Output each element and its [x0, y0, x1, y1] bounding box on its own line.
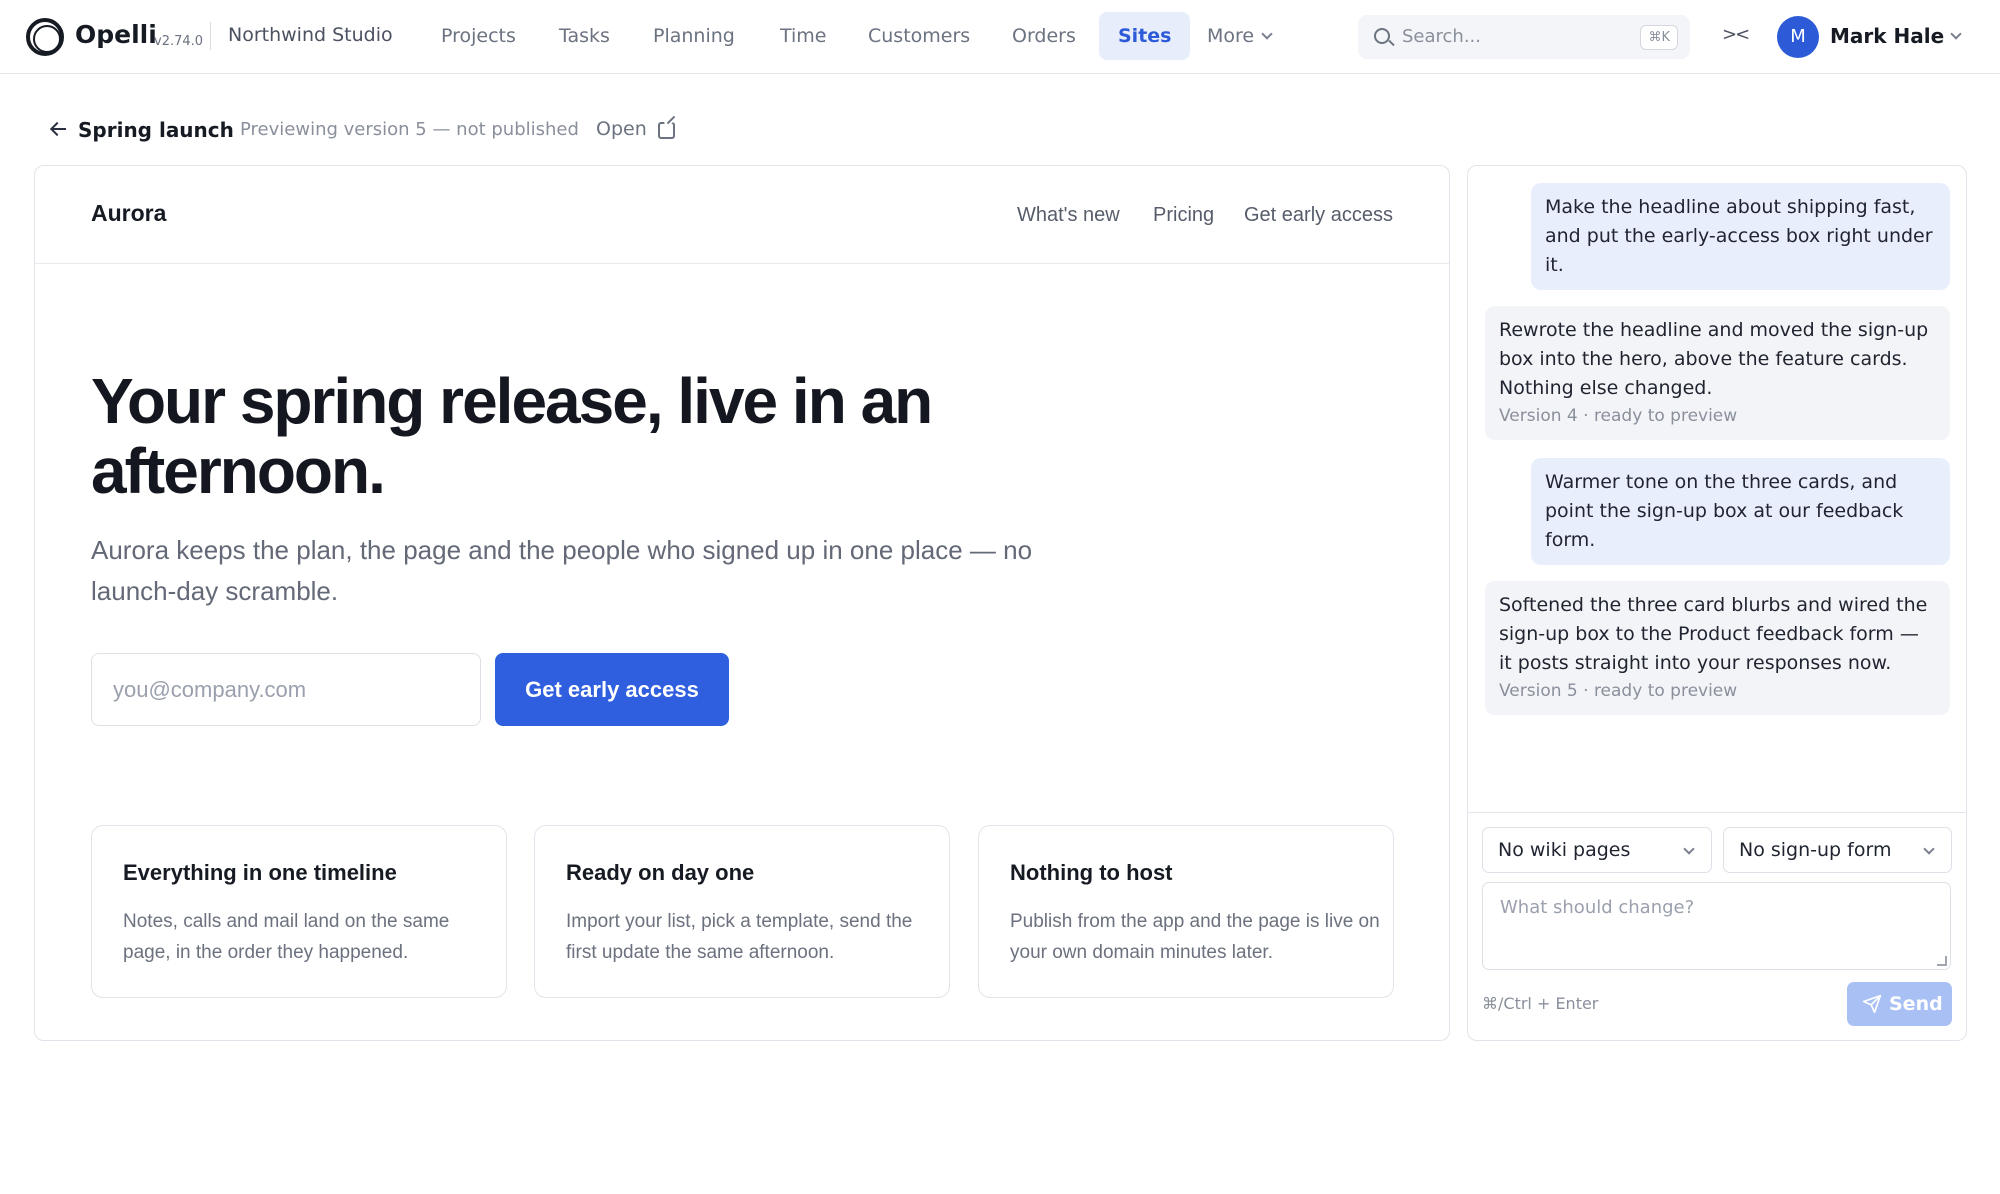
search-shortcut-badge: ⌘K — [1640, 25, 1678, 50]
change-request-placeholder: What should change? — [1500, 897, 1695, 918]
brand-divider — [210, 22, 211, 50]
send-icon — [1862, 994, 1882, 1014]
assistant-message: Softened the three card blurbs and wired… — [1485, 581, 1950, 715]
send-shortcut-hint: ⌘/Ctrl + Enter — [1482, 994, 1599, 1013]
feature-title: Nothing to host — [1010, 860, 1173, 885]
workspace-name[interactable]: Northwind Studio — [228, 24, 393, 46]
preview-status-text: Previewing version 5 — not published — [240, 119, 579, 140]
chevron-down-icon — [1261, 28, 1273, 40]
feature-title: Ready on day one — [566, 860, 755, 885]
user-name[interactable]: Mark Hale — [1830, 24, 1944, 48]
version-status[interactable]: Version 4 · ready to preview — [1499, 403, 1936, 430]
site-nav-pricing[interactable]: Pricing — [1153, 204, 1214, 227]
composer-divider — [1468, 812, 1966, 813]
hero-subtitle: Aurora keeps the plan, the page and the … — [91, 535, 1033, 606]
open-site-link[interactable]: Open — [596, 118, 647, 140]
assistant-message: Rewrote the headline and moved the sign-… — [1485, 306, 1950, 440]
user-message: Warmer tone on the three cards, and poin… — [1531, 458, 1950, 565]
send-button[interactable]: Send — [1847, 982, 1952, 1026]
site-nav-whats-new[interactable]: What's new — [1017, 204, 1120, 227]
email-field[interactable]: you@company.com — [91, 653, 481, 726]
site-nav-early-access[interactable]: Get early access — [1244, 204, 1393, 227]
nav-item-tasks[interactable]: Tasks — [540, 12, 629, 60]
wiki-pages-select-value: No wiki pages — [1498, 839, 1631, 861]
ai-chat-panel: Make the headline about shipping fast, a… — [1467, 165, 1967, 1041]
search-placeholder: Search... — [1402, 26, 1482, 47]
page-title[interactable]: Spring launch — [78, 118, 234, 142]
feature-card: Ready on day one Import your list, pick … — [534, 825, 950, 998]
site-preview-frame: Aurora What's new Pricing Get early acce… — [34, 165, 1450, 1041]
feature-title: Everything in one timeline — [123, 860, 397, 885]
collapse-panel-button[interactable]: >< — [1722, 24, 1750, 45]
global-search-input[interactable]: Search... ⌘K — [1358, 15, 1690, 59]
nav-more-label: More — [1207, 25, 1255, 47]
early-access-button[interactable]: Get early access — [495, 653, 729, 726]
site-brand[interactable]: Aurora — [91, 200, 166, 227]
wiki-pages-select[interactable]: No wiki pages — [1482, 827, 1712, 873]
top-navigation-bar: Opelli v2.74.0 Northwind Studio Projects… — [0, 0, 2000, 74]
nav-item-planning[interactable]: Planning — [634, 12, 754, 60]
nav-item-sites[interactable]: Sites — [1099, 12, 1191, 60]
search-icon — [1374, 28, 1390, 44]
feature-card: Everything in one timeline Notes, calls … — [91, 825, 507, 998]
nav-item-orders[interactable]: Orders — [993, 12, 1095, 60]
nav-item-customers[interactable]: Customers — [849, 12, 989, 60]
nav-item-more[interactable]: More — [1188, 12, 1290, 60]
chevron-down-icon — [1683, 843, 1695, 855]
feature-text: Publish from the app and the page is liv… — [1010, 911, 1380, 963]
feature-card: Nothing to host Publish from the app and… — [978, 825, 1394, 998]
version-status[interactable]: Version 5 · ready to preview — [1499, 678, 1936, 705]
nav-item-time[interactable]: Time — [761, 12, 846, 60]
site-header: Aurora What's new Pricing Get early acce… — [35, 166, 1449, 264]
user-message: Make the headline about shipping fast, a… — [1531, 183, 1950, 290]
signup-form-select[interactable]: No sign-up form — [1723, 827, 1952, 873]
app-brand[interactable]: Opelli — [75, 20, 157, 49]
signup-form-select-value: No sign-up form — [1739, 839, 1892, 861]
send-button-label: Send — [1889, 993, 1943, 1015]
opelli-logo-icon[interactable] — [26, 18, 64, 56]
change-request-input[interactable]: What should change? — [1482, 882, 1951, 970]
external-link-icon[interactable] — [658, 122, 675, 139]
back-arrow-icon[interactable] — [50, 121, 66, 137]
resize-handle-icon[interactable] — [1937, 956, 1947, 966]
feature-text: Import your list, pick a template, send … — [566, 911, 913, 963]
app-version: v2.74.0 — [154, 34, 204, 49]
nav-item-projects[interactable]: Projects — [422, 12, 535, 60]
hero-title: Your spring release, live in an afternoo… — [91, 365, 933, 507]
user-avatar[interactable]: M — [1777, 16, 1819, 58]
feature-text: Notes, calls and mail land on the same p… — [123, 911, 450, 963]
chevron-down-icon — [1923, 843, 1935, 855]
assistant-message-text: Softened the three card blurbs and wired… — [1499, 594, 1928, 674]
user-menu-chevron-down-icon[interactable] — [1950, 28, 1962, 40]
assistant-message-text: Rewrote the headline and moved the sign-… — [1499, 319, 1929, 399]
